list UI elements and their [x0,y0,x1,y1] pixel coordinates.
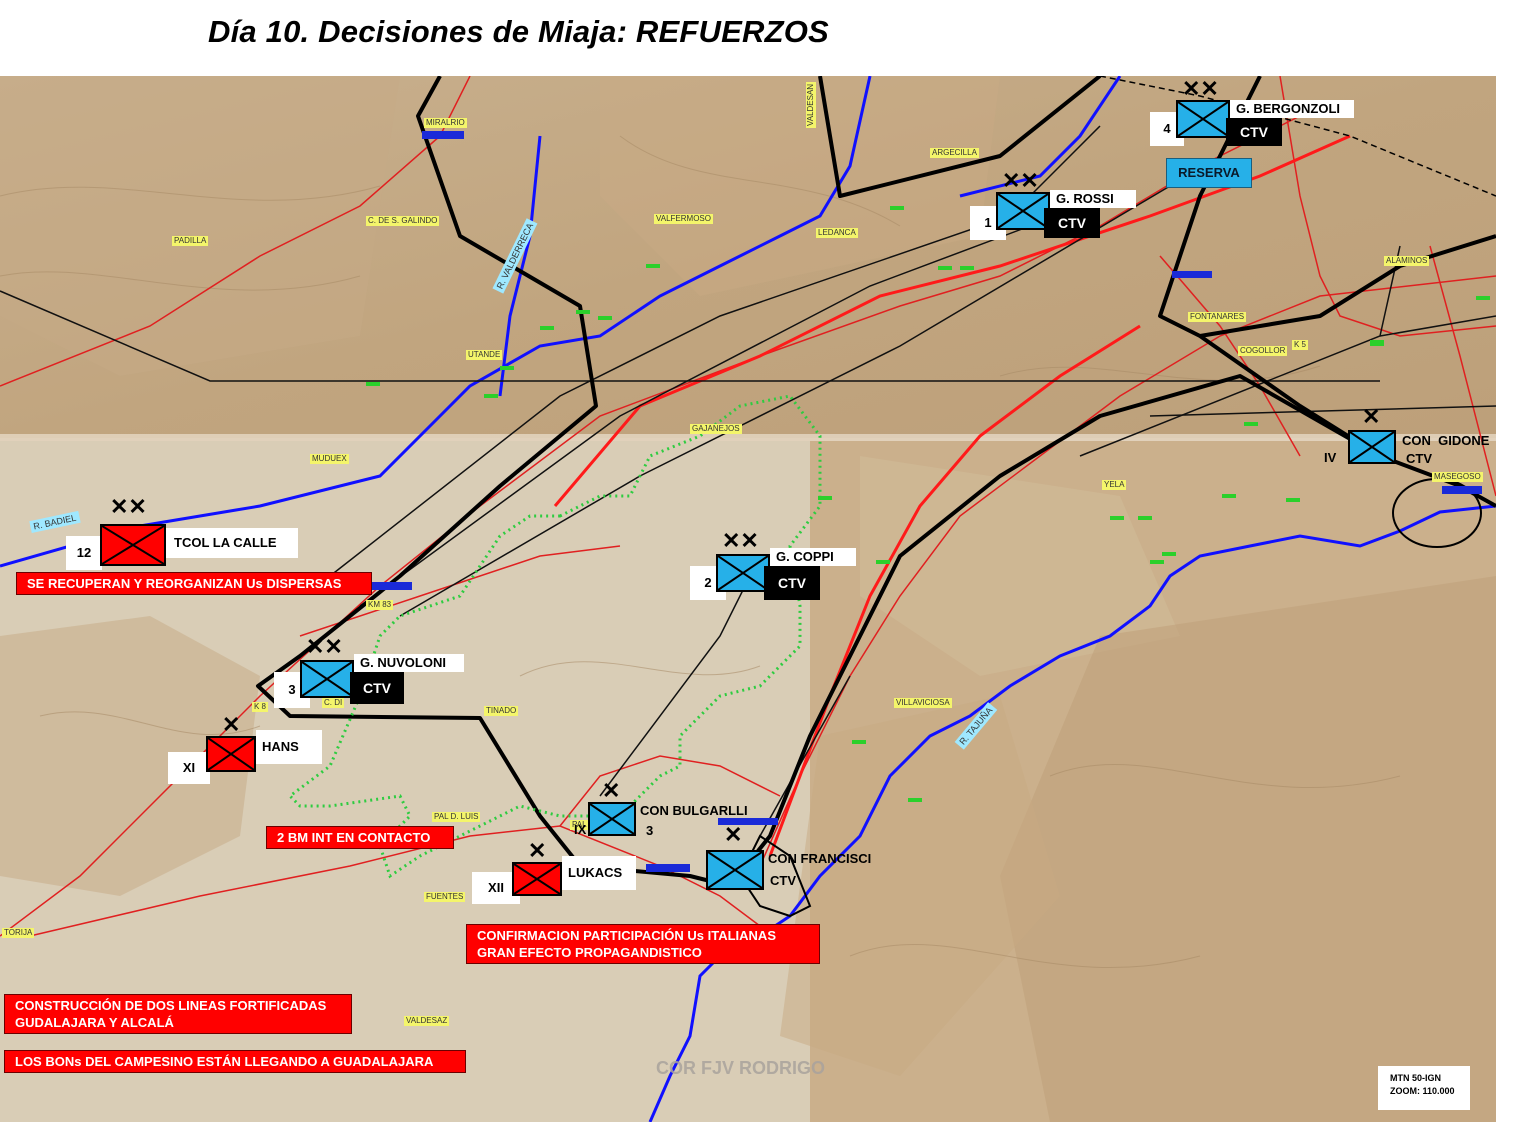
note-fortify: CONSTRUCCIÓN DE DOS LINEAS FORTIFICADAS … [4,994,352,1034]
place-ledanca: LEDANCA [816,228,858,238]
echelon-x-lukacs: ✕ [528,838,547,863]
unit-symbol-nuvoloni[interactable] [300,660,354,698]
unit-type-coppi: CTV [764,566,820,600]
note-confirm-line1: CONFIRMACION PARTICIPACIÓN Us ITALIANAS [477,928,776,943]
unit-name-bulgarlli: CON BULGARLLI [640,803,748,818]
unit-type-gidone: CTV [1406,451,1432,466]
echelon-x-gidone: ✕ [1362,404,1381,429]
unit-symbol-lacalle[interactable] [100,524,166,566]
place-fuentes: FUENTES [424,892,466,902]
place-argecilla: ARGECILLA [930,148,979,158]
note-campesino: LOS BONs DEL CAMPESINO ESTÁN LLEGANDO A … [4,1050,466,1073]
scale-zoom: ZOOM: 110.000 [1390,1086,1455,1096]
place-gajanejos: GAJANEJOS [690,424,742,434]
place-palluis: PAL D. LUIS [432,812,481,822]
place-yela: YELA [1102,480,1127,490]
scale-source: MTN 50-IGN [1390,1073,1442,1083]
place-galindo: C. DE S. GALINDO [366,216,440,226]
echelon-x-bulgarlli: ✕ [602,778,621,803]
place-miralrio: MIRALRIO [424,118,467,128]
unit-symbol-lukacs[interactable] [512,862,562,896]
place-valfermoso: VALFERMOSO [654,214,713,224]
place-valdesaz: VALDESAZ [404,1016,450,1026]
unit-name-lukacs: LUKACS [562,856,636,890]
place-alaminos: ALAMINOS [1384,256,1430,266]
place-ks: K 5 [1292,340,1309,350]
page-title: Día 10. Decisiones de Miaja: REFUERZOS [208,14,829,49]
place-cdi: C. DI [322,698,345,708]
map-area[interactable]: MIRALRIO ARGECILLA C. DE S. GALINDO VALF… [0,76,1496,1122]
reserve-label: RESERVA [1166,158,1252,188]
unit-name-francisci: CON FRANCISCI [768,851,872,866]
echelon-xx-rossi: ✕✕ [1002,168,1039,193]
unit-name-nuvoloni: G. NUVOLONI [354,654,464,672]
place-padilla: PADILLA [172,236,209,246]
place-km83: KM 83 [366,600,394,610]
unit-symbol-rossi[interactable] [996,192,1050,230]
unit-extra-bulgarlli: 3 [646,823,654,838]
unit-type-bergonzoli: CTV [1226,118,1282,146]
unit-number-hans: XI [168,752,210,784]
watermark: COR FJV RODRIGO [656,1058,826,1078]
echelon-xx-nuvoloni: ✕✕ [306,634,343,659]
unit-symbol-bergonzoli[interactable] [1176,100,1230,138]
unit-name-gidone: CON GIDONE [1402,433,1490,448]
echelon-xx-bergonzoli: ✕✕ [1182,76,1219,101]
unit-name-coppi: G. COPPI [770,548,856,566]
unit-symbol-francisci[interactable] [706,850,764,890]
unit-type-francisci: CTV [770,873,796,888]
unit-type-rossi: CTV [1044,208,1100,238]
note-reorganize: SE RECUPERAN Y REORGANIZAN Us DISPERSAS [16,572,372,595]
place-masegoso: MASEGOSO [1432,472,1483,482]
map-background [0,76,1496,1122]
note-confirm: CONFIRMACION PARTICIPACIÓN Us ITALIANAS … [466,924,820,964]
scale-box: MTN 50-IGN ZOOM: 110.000 [1378,1066,1470,1110]
unit-number-gidone: IV [1324,450,1337,465]
echelon-x-hans: ✕ [222,712,241,737]
note-fortify-line2: GUDALAJARA Y ALCALÁ [15,1015,174,1030]
note-fortify-line1: CONSTRUCCIÓN DE DOS LINEAS FORTIFICADAS [15,998,327,1013]
place-torija: TORIJA [2,928,35,938]
unit-symbol-gidone[interactable] [1348,430,1396,464]
echelon-xx-lacalle: ✕✕ [110,494,147,519]
unit-name-rossi: G. ROSSI [1050,190,1136,208]
echelon-x-francisci: ✕ [724,822,743,847]
note-confirm-line2: GRAN EFECTO PROPAGANDISTICO [477,945,702,960]
unit-symbol-coppi[interactable] [716,554,770,592]
unit-name-bergonzoli: G. BERGONZOLI [1230,100,1354,118]
unit-symbol-hans[interactable] [206,736,256,772]
place-tinado: TINADO [484,706,519,716]
echelon-xx-coppi: ✕✕ [722,528,759,553]
unit-number-lacalle: 12 [66,536,102,570]
place-utande: UTANDE [466,350,503,360]
place-fontanares: FONTANARES [1188,312,1247,322]
place-valdesa: VALDESAN [806,81,816,128]
note-contact: 2 BM INT EN CONTACTO [266,826,454,849]
place-villaviciosa: VILLAVICIOSA [894,698,952,708]
unit-name-hans: HANS [256,730,322,764]
unit-symbol-bulgarlli[interactable] [588,802,636,836]
place-k8: K 8 [252,702,269,712]
place-muduex: MUDUEX [310,454,349,464]
unit-type-nuvoloni: CTV [350,672,404,704]
place-cogollor: COGOLLOR [1238,346,1288,356]
unit-name-lacalle: TCOL LA CALLE [166,528,298,558]
